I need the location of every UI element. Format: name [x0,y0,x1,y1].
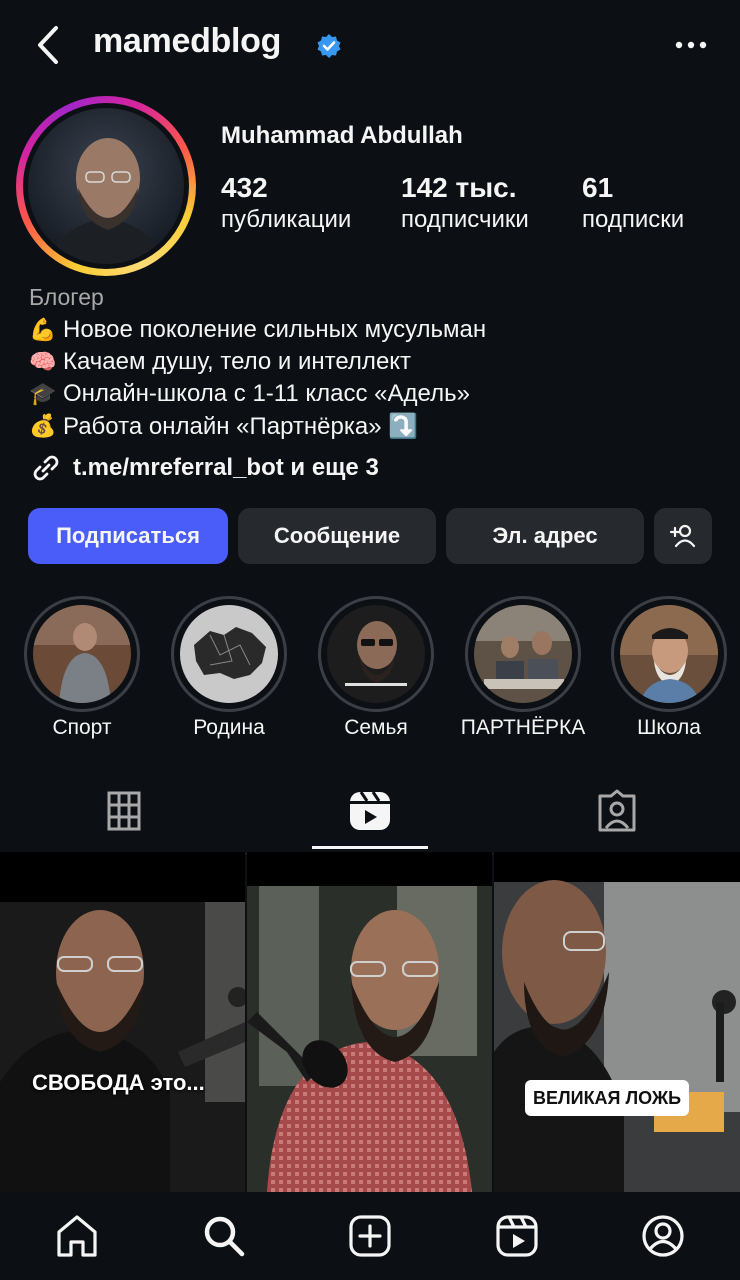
nav-profile[interactable] [639,1212,687,1260]
back-button[interactable] [30,22,70,68]
bio-line: 🧠 Качаем душу, тело и интеллект [29,346,719,378]
story-ring[interactable] [16,96,196,276]
profile-full-name: Muhammad Abdullah [221,122,463,149]
tab-reels[interactable] [347,788,393,834]
reel-caption: ВЕЛИКАЯ ЛОЖЬ [525,1080,690,1116]
profile-avatar[interactable] [28,108,184,264]
tab-tagged[interactable] [594,788,640,834]
follow-button[interactable]: Подписаться [28,508,228,564]
stat-posts-label: публикации [221,206,352,233]
more-horizontal-icon [675,41,707,49]
email-button[interactable]: Эл. адрес [446,508,644,564]
nav-create[interactable] [346,1212,394,1260]
add-person-icon [669,524,696,548]
more-options-button[interactable] [670,30,712,60]
home-icon [57,1215,97,1257]
profile-icon [642,1215,684,1257]
bio-emoji: 🎓 [29,381,57,406]
bio-line: 💰 Работа онлайн «Партнёрка» ⤵️ [29,410,719,442]
profile-username: mamedblog [93,22,282,60]
bio-line: 💪 Новое поколение сильных мусульман [29,314,719,346]
stat-following[interactable]: 61 подписки [582,172,684,234]
highlight-label: Школа [637,716,701,739]
stat-followers-value: 142 тыс. [401,172,517,203]
tagged-icon [598,789,636,832]
bio-text: Работа онлайн «Партнёрка» ⤵️ [63,412,419,440]
reels-icon [496,1215,538,1257]
top-bar: mamedblog [0,0,740,92]
reel-tile[interactable]: СВОБОДА это... [0,852,245,1192]
profile-link[interactable]: t.me/mreferral_bot и еще 3 [29,452,379,484]
stat-posts-value: 432 [221,172,268,203]
bio-text: Новое поколение сильных мусульман [63,316,487,343]
bio-emoji: 💰 [29,413,57,438]
stat-posts[interactable]: 432 публикации [221,172,351,234]
reel-tile[interactable]: ВЕЛИКАЯ ЛОЖЬ [494,852,740,1192]
reels-grid: СВОБОДА это... ВЕЛИКАЯ ЛОЖЬ [0,852,740,1192]
tab-posts-grid[interactable] [101,788,147,834]
nav-search[interactable] [200,1212,248,1260]
stat-followers-label: подписчики [401,206,529,233]
reel-tile[interactable] [247,852,492,1192]
chevron-left-icon [38,26,58,64]
grid-icon [107,791,141,831]
stat-followers[interactable]: 142 тыс. подписчики [401,172,529,234]
profile-category: Блогер [29,284,104,310]
profile-bio: Блогер 💪 Новое поколение сильных мусульм… [29,284,719,442]
reels-icon [350,791,390,830]
message-button[interactable]: Сообщение [238,508,436,564]
profile-tabs [0,776,740,854]
bio-line: 🎓 Онлайн-школа с 1-11 класс «Адель» [29,378,719,410]
nav-home[interactable] [53,1212,101,1260]
search-icon [204,1216,245,1257]
link-icon [33,455,59,481]
suggested-users-button[interactable] [654,508,712,564]
stat-following-label: подписки [582,206,685,233]
bio-text: Онлайн-школа с 1-11 класс «Адель» [63,380,470,407]
nav-reels[interactable] [493,1212,541,1260]
active-tab-indicator [312,846,428,849]
reel-caption: СВОБОДА это... [32,1070,205,1095]
bottom-navigation [0,1192,740,1280]
bio-text: Качаем душу, тело и интеллект [63,348,412,375]
create-icon [349,1215,391,1257]
stat-following-value: 61 [582,172,614,203]
verified-badge-icon [317,34,341,58]
bio-emoji: 🧠 [29,349,57,374]
bio-emoji: 💪 [29,317,57,342]
profile-link-text: t.me/mreferral_bot и еще 3 [73,454,379,481]
